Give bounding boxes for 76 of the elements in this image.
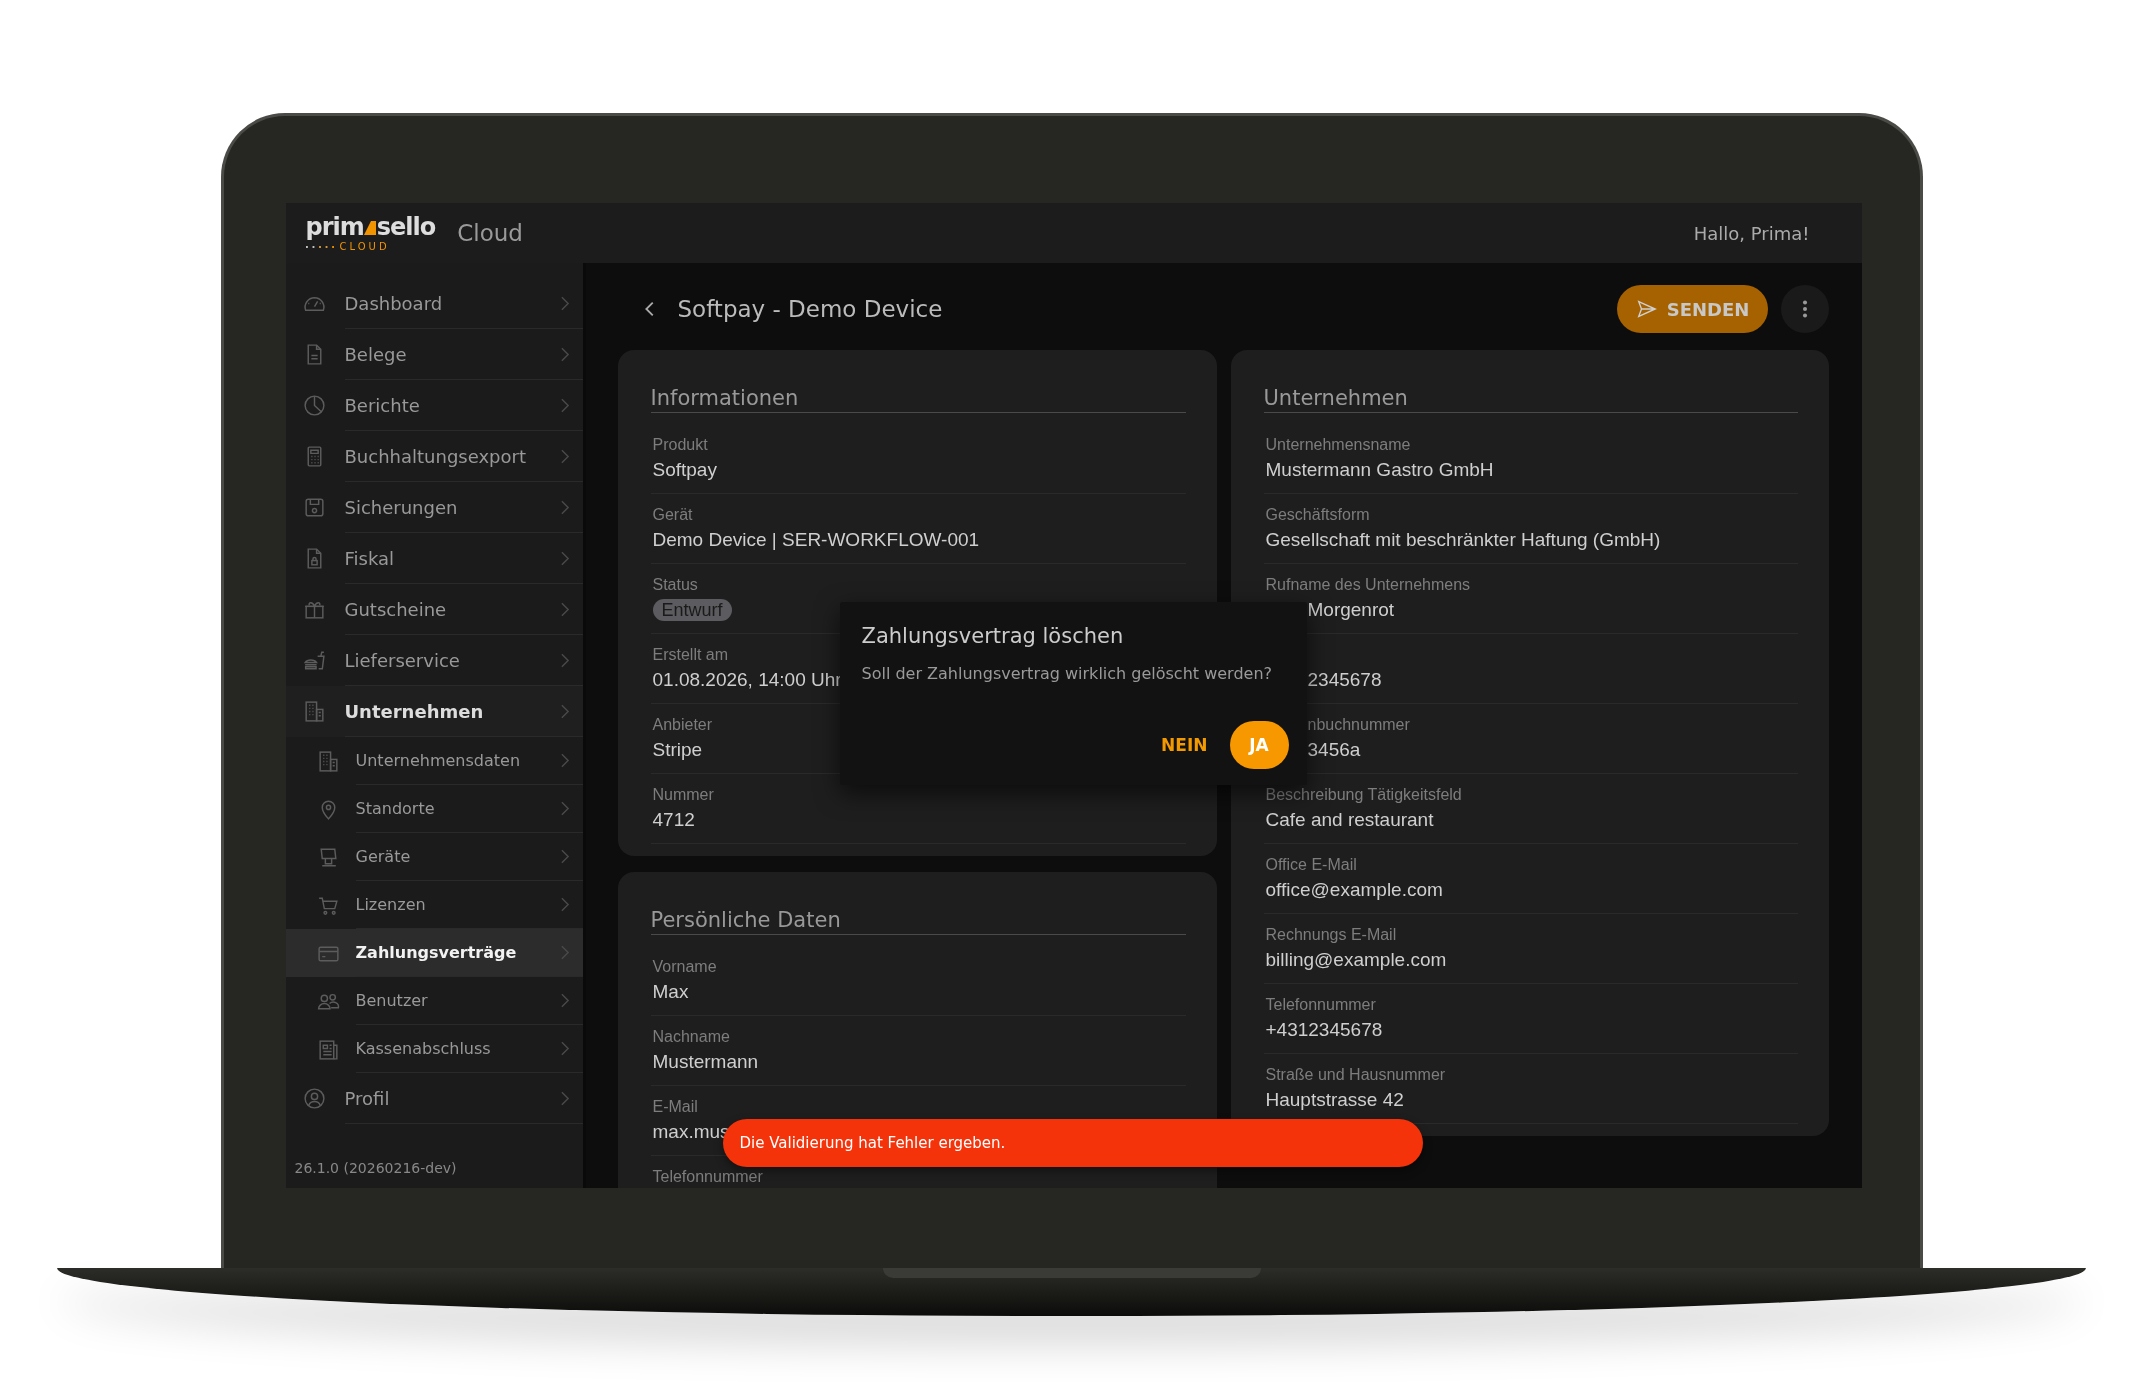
field-value: Mustermann bbox=[652, 1051, 759, 1072]
field-label: Nummer bbox=[652, 786, 714, 803]
dialog-title: Zahlungsvertrag löschen bbox=[861, 624, 1125, 648]
pie-chart-icon bbox=[301, 393, 327, 418]
field-label: Office E-Mail bbox=[1265, 856, 1357, 873]
chevron-right-icon bbox=[560, 945, 569, 960]
cancel-button[interactable]: NEIN bbox=[1161, 735, 1208, 755]
chevron-right-icon bbox=[560, 1090, 569, 1106]
field-label: Erstellt am bbox=[652, 646, 729, 663]
field-value: Gesellschaft mit beschränkter Haftung (GmbH) bbox=[1265, 529, 1661, 550]
card-heading: Informationen bbox=[650, 384, 1186, 413]
greeting-text: Hallo, Prima! bbox=[1693, 222, 1810, 244]
logo-tagline: CLOUD bbox=[339, 241, 390, 252]
field-value: Hauptstrasse 42 bbox=[1265, 1089, 1404, 1110]
field-label: Produkt bbox=[652, 436, 708, 453]
field-value: office@example.com bbox=[1265, 879, 1443, 900]
field-value: +4312345678 bbox=[1265, 1019, 1383, 1040]
burger-drink-icon bbox=[301, 648, 327, 673]
sidebar-item[interactable]: Unternehmen bbox=[285, 686, 583, 737]
field-value: Softpay bbox=[652, 459, 717, 480]
user-circle-icon bbox=[301, 1086, 327, 1111]
field-label: Anbieter bbox=[652, 716, 713, 733]
field-value: Mustermann Gastro GmbH bbox=[1265, 459, 1494, 480]
field-label: nbuchnummer bbox=[1307, 716, 1410, 733]
chevron-right-icon bbox=[560, 346, 569, 362]
card-heading: Unternehmen bbox=[1263, 384, 1798, 413]
version-text: 26.1.0 (20260216-dev) bbox=[293, 1160, 458, 1176]
chevron-right-icon bbox=[560, 601, 569, 617]
field-value: 2345678 bbox=[1307, 669, 1382, 690]
field-label: Unternehmensname bbox=[1265, 436, 1411, 453]
chevron-right-icon bbox=[560, 652, 569, 668]
logo-wordmark-end: sello bbox=[376, 214, 436, 240]
field-label: Telefonnummer bbox=[1265, 996, 1376, 1013]
field-label: Gerät bbox=[652, 506, 693, 523]
chevron-right-icon bbox=[560, 801, 569, 816]
field-label: Telefonnummer bbox=[652, 1168, 763, 1185]
chevron-right-icon bbox=[560, 499, 569, 515]
field-value: Demo Device | SER-WORKFLOW-001 bbox=[652, 529, 980, 550]
field-label: Beschreibung Tätigkeitsfeld bbox=[1265, 786, 1462, 803]
field-label: Rufname des Unternehmens bbox=[1265, 576, 1471, 593]
status-badge: Entwurf bbox=[652, 599, 732, 621]
chevron-right-icon bbox=[560, 897, 569, 912]
field-label: Vorname bbox=[652, 958, 717, 975]
field-value: max.mus bbox=[652, 1121, 730, 1142]
dots-icon bbox=[305, 244, 334, 249]
field-label: Geschäftsform bbox=[1265, 506, 1370, 523]
field-value: Stripe bbox=[652, 739, 703, 760]
field-value: Morgenrot bbox=[1307, 599, 1395, 620]
field-value: 01.08.2026, 14:00 Uhr bbox=[652, 669, 842, 690]
app-name: Cloud bbox=[457, 220, 523, 246]
sidebar-subitem[interactable]: Zahlungsverträge bbox=[285, 929, 583, 977]
more-icon bbox=[1801, 298, 1808, 320]
chevron-right-icon bbox=[560, 448, 569, 464]
field-label: Nachname bbox=[652, 1028, 730, 1045]
chevron-right-icon bbox=[560, 295, 569, 311]
chevron-right-icon bbox=[560, 703, 569, 719]
field-value: 4712 bbox=[652, 809, 695, 830]
page-title: Softpay - Demo Device bbox=[677, 296, 943, 322]
field-label: Rechnungs E-Mail bbox=[1265, 926, 1397, 943]
field-label: E-Mail bbox=[652, 1098, 698, 1115]
field-value: 3456a bbox=[1307, 739, 1361, 760]
chevron-right-icon bbox=[560, 753, 569, 768]
chevron-right-icon bbox=[560, 1041, 569, 1056]
chevron-right-icon bbox=[560, 849, 569, 864]
field-label: Status bbox=[652, 576, 698, 593]
field-label: Straße und Hausnummer bbox=[1265, 1066, 1446, 1083]
chevron-right-icon bbox=[560, 993, 569, 1008]
logo-triangle-icon bbox=[363, 220, 376, 236]
field-value: Cafe and restaurant bbox=[1265, 809, 1434, 830]
dialog-message: Soll der Zahlungsvertrag wirklich gelöscht werden? bbox=[861, 664, 1273, 683]
card-heading: Persönliche Daten bbox=[650, 906, 1186, 935]
logo-wordmark-start: prim bbox=[305, 214, 364, 240]
field-value: billing@example.com bbox=[1265, 949, 1447, 970]
chevron-right-icon bbox=[560, 397, 569, 413]
chevron-right-icon bbox=[560, 550, 569, 566]
field-value: Max bbox=[652, 981, 689, 1002]
